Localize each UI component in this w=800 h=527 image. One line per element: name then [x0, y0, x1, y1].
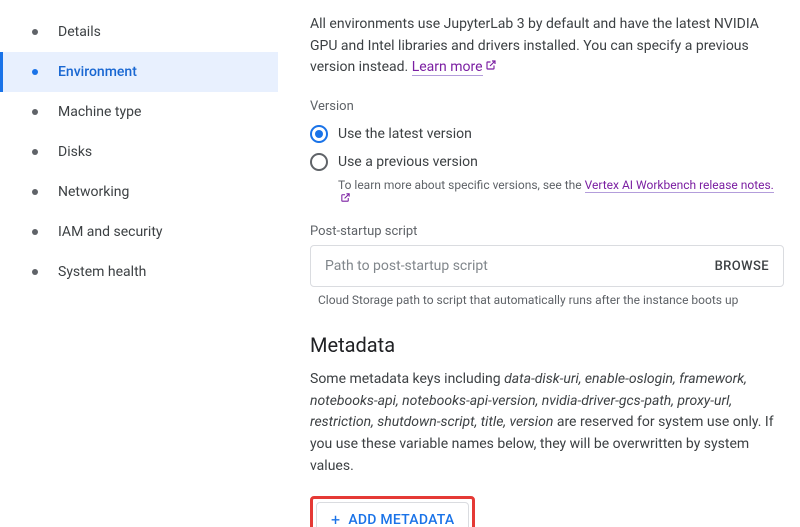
sidebar-item-iam-security[interactable]: IAM and security	[0, 212, 278, 252]
post-startup-section: Post-startup script Path to post-startup…	[310, 224, 784, 307]
sidebar-item-environment[interactable]: Environment	[0, 52, 278, 92]
release-notes-link[interactable]: Vertex AI Workbench release notes.	[585, 178, 774, 193]
plus-icon: +	[331, 510, 340, 527]
sidebar-item-machine-type[interactable]: Machine type	[0, 92, 278, 132]
sidebar-item-networking[interactable]: Networking	[0, 172, 278, 212]
bullet-icon	[32, 189, 38, 195]
sidebar-item-disks[interactable]: Disks	[0, 132, 278, 172]
learn-more-link[interactable]: Learn more	[412, 59, 483, 76]
radio-previous-version[interactable]: Use a previous version	[310, 148, 784, 176]
button-row: + ADD METADATA CONTINUE	[310, 496, 784, 527]
intro-text: All environments use JupyterLab 3 by def…	[310, 14, 784, 79]
bullet-icon	[32, 69, 38, 75]
bullet-icon	[32, 229, 38, 235]
sidebar-item-label: IAM and security	[58, 224, 163, 240]
radio-latest-version[interactable]: Use the latest version	[310, 120, 784, 148]
external-link-icon	[485, 59, 497, 76]
sidebar-item-label: Details	[58, 24, 101, 40]
post-startup-script-input[interactable]: Path to post-startup script BROWSE	[310, 245, 784, 287]
highlight-annotation: + ADD METADATA	[310, 496, 475, 527]
metadata-description: Some metadata keys including data-disk-u…	[310, 369, 784, 477]
add-metadata-button[interactable]: + ADD METADATA	[316, 502, 469, 527]
radio-selected-icon	[310, 125, 328, 143]
sidebar-item-details[interactable]: Details	[0, 12, 278, 52]
browse-button[interactable]: BROWSE	[715, 259, 769, 274]
sidebar-item-system-health[interactable]: System health	[0, 252, 278, 292]
metadata-heading: Metadata	[310, 333, 784, 357]
main-content: All environments use JupyterLab 3 by def…	[278, 0, 800, 527]
sidebar-item-label: Networking	[58, 184, 129, 200]
version-label: Version	[310, 99, 784, 114]
sidebar-item-label: Environment	[58, 64, 137, 80]
bullet-icon	[32, 149, 38, 155]
bullet-icon	[32, 109, 38, 115]
radio-unselected-icon	[310, 153, 328, 171]
input-placeholder: Path to post-startup script	[325, 258, 715, 274]
sidebar-item-label: Disks	[58, 144, 92, 160]
post-startup-label: Post-startup script	[310, 224, 784, 239]
bullet-icon	[32, 29, 38, 35]
post-startup-helper: Cloud Storage path to script that automa…	[318, 293, 784, 307]
version-section: Version Use the latest version Use a pre…	[310, 99, 784, 206]
bullet-icon	[32, 269, 38, 275]
sidebar-item-label: Machine type	[58, 104, 141, 120]
version-help: To learn more about specific versions, s…	[338, 178, 784, 206]
external-link-icon	[340, 192, 351, 206]
sidebar-item-label: System health	[58, 264, 146, 280]
sidebar: Details Environment Machine type Disks N…	[0, 0, 278, 527]
